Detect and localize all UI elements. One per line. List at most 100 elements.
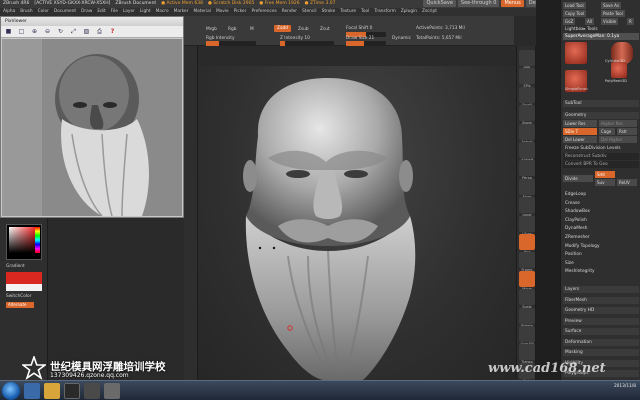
open-icon[interactable]: ■ (4, 28, 13, 36)
section-shadowbox[interactable]: ShadowBox (563, 208, 639, 215)
fit-icon[interactable]: ⤢ (69, 28, 78, 36)
shelf-persp-button[interactable]: Persp (519, 160, 535, 180)
reference-viewer-window[interactable]: PixViewer ■ □ ⊕ ⊖ ↻ ⤢ ▧ ⎙? (0, 16, 184, 218)
menu-color[interactable]: Color (38, 9, 49, 14)
lower-res-button[interactable]: Lower Res (563, 120, 597, 127)
menu-alpha[interactable]: Alpha (3, 9, 15, 14)
section-dynamesh[interactable]: DynaMesh (563, 225, 639, 232)
rgb-button[interactable]: Rgb (228, 27, 236, 32)
visible-button[interactable]: Visible (601, 18, 619, 25)
smt-button[interactable]: Smt (595, 171, 615, 178)
menu-stroke[interactable]: Stroke (322, 9, 336, 14)
start-button[interactable] (2, 382, 20, 400)
shelf-xyz-button[interactable]: Xyz (519, 234, 535, 254)
menu-movie[interactable]: Movie (216, 9, 229, 14)
mrgb-button[interactable]: Mrgb (206, 27, 217, 32)
m-button[interactable]: M (250, 27, 254, 32)
subpalette-masking[interactable]: Masking (563, 349, 639, 356)
section-position[interactable]: Position (563, 251, 639, 258)
menu-render[interactable]: Render (282, 9, 297, 14)
section-meshintegrity[interactable]: MeshIntegrity (563, 268, 639, 275)
menu-draw[interactable]: Draw (81, 9, 92, 14)
subpalette-fibermesh[interactable]: FiberMesh (563, 296, 639, 304)
menu-file[interactable]: File (111, 9, 118, 14)
lightbox-tools[interactable]: Lightbox▸ Tools (563, 26, 639, 33)
freeze-subdiv-button[interactable]: Freeze SubDivision Levels (563, 145, 639, 152)
del-lower-button[interactable]: Del Lower (563, 136, 597, 143)
zadd-button[interactable]: Zadd (274, 25, 292, 32)
shelf-actual-button[interactable]: Actual (519, 123, 535, 144)
shelf-move-button[interactable]: Move (519, 270, 535, 291)
print-icon[interactable]: ⎙ (95, 28, 104, 36)
taskbar-app-viewer-icon[interactable] (104, 383, 120, 399)
suv-button[interactable]: Suv (595, 179, 615, 186)
switch-color-button[interactable]: SwitchColor (6, 294, 31, 299)
shelf-zoom-button[interactable]: Zoom (519, 105, 535, 125)
menu-marker[interactable]: Marker (174, 9, 189, 14)
subtool-section[interactable]: SubTool (563, 100, 639, 107)
gradient-label[interactable]: Gradient (6, 264, 25, 269)
convert-bpr-button[interactable]: Convert BPR To Geo (563, 161, 639, 168)
tool-thumb-head[interactable] (565, 42, 587, 64)
shelf-floor-button[interactable]: Floor (519, 178, 535, 199)
goz-button[interactable]: GoZ (563, 18, 576, 25)
shelf-frame-button[interactable]: Frame (519, 252, 535, 272)
menu-picker[interactable]: Picker (234, 9, 247, 14)
subpalette-geometry-hd[interactable]: Geometry HD (563, 307, 639, 314)
section-size[interactable]: Size (563, 260, 639, 267)
shelf-local-button[interactable]: Local (519, 197, 535, 217)
rotate-icon[interactable]: ↻ (56, 28, 65, 36)
geometry-section[interactable]: Geometry (563, 112, 639, 119)
color-hue-strip[interactable] (35, 227, 40, 253)
tool-thumb-polymesh[interactable] (611, 62, 627, 78)
divide-button[interactable]: Divide (563, 175, 593, 182)
menu-layer[interactable]: Layer (123, 9, 135, 14)
subpalette-preview[interactable]: Preview (563, 317, 639, 325)
taskbar-app-zbrush-icon[interactable] (64, 383, 80, 399)
menu-zscript[interactable]: Zscript (422, 9, 437, 14)
draw-size-slider[interactable] (346, 41, 386, 46)
menu-document[interactable]: Document (54, 9, 76, 14)
subpalette-deformation[interactable]: Deformation (563, 338, 639, 346)
menu-texture[interactable]: Texture (340, 9, 356, 14)
menu-zplugin[interactable]: Zplugin (401, 9, 417, 14)
taskbar-app-folder-icon[interactable] (44, 383, 60, 399)
section-modify-topology[interactable]: Modify Topology (563, 243, 639, 250)
subpalette-layers[interactable]: Layers (563, 286, 639, 293)
canvas-viewport[interactable] (198, 66, 516, 380)
zoom-in-icon[interactable]: ⊕ (30, 28, 39, 36)
paste-tool-button[interactable]: Paste Tool (601, 10, 625, 17)
save-icon[interactable]: □ (17, 28, 26, 36)
section-zremesher[interactable]: ZRemesher (563, 234, 639, 241)
shelf-rotate-button[interactable]: Rotate (519, 307, 535, 328)
menu-material[interactable]: Material (193, 9, 210, 14)
all-button[interactable]: All (585, 18, 594, 25)
zoom-out-icon[interactable]: ⊖ (43, 28, 52, 36)
current-tool-name[interactable]: SuperAverageMan: 0.1ya (563, 33, 639, 40)
menu-tool[interactable]: Tool (361, 9, 369, 14)
load-tool-button[interactable]: Load Tool (563, 2, 586, 9)
zcut-button[interactable]: Zcut (320, 27, 330, 32)
seethrough-slider[interactable]: See-through 0 (457, 0, 500, 7)
secondary-color-swatch[interactable] (6, 284, 42, 291)
shelf-bpr-button[interactable]: BPR (519, 50, 535, 70)
menu-transform[interactable]: Transform (374, 9, 395, 14)
rstr-button[interactable]: Rstr (617, 128, 637, 135)
color-picker[interactable] (6, 224, 42, 260)
crop-icon[interactable]: ▧ (82, 28, 91, 36)
shelf-spix-button[interactable]: SPix (519, 68, 535, 88)
copy-tool-button[interactable]: Copy Tool (563, 10, 587, 17)
section-edgeloop[interactable]: EdgeLoop (563, 191, 639, 198)
shelf-lsym-button[interactable]: LSym (519, 215, 535, 236)
quicksave-button[interactable]: QuickSave (423, 0, 456, 7)
save-as-button[interactable]: Save As (601, 2, 621, 9)
higher-res-button[interactable]: Higher Res (599, 120, 637, 127)
menu-edit[interactable]: Edit (97, 9, 105, 14)
shelf-scale-button[interactable]: Scale (519, 289, 535, 309)
menu-brush[interactable]: Brush (20, 9, 32, 14)
menu-stencil[interactable]: Stencil (302, 9, 317, 14)
zsub-button[interactable]: Zsub (298, 27, 309, 32)
section-claypolish[interactable]: ClayPolish (563, 217, 639, 224)
main-color-swatch[interactable] (6, 272, 42, 284)
taskbar-app-media-icon[interactable] (84, 383, 100, 399)
